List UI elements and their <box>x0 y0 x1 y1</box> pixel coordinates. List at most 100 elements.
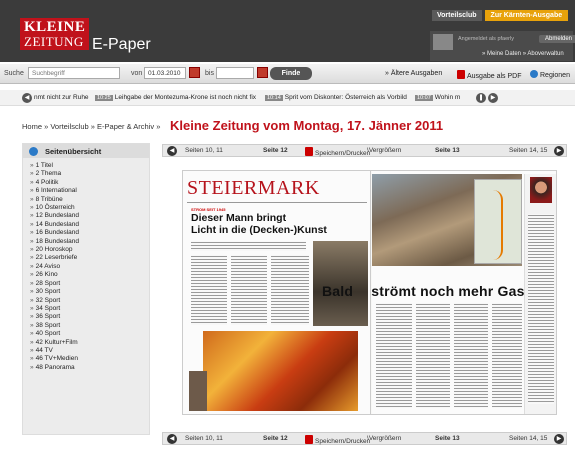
save-print-label: Speichern/Drucken <box>315 150 371 157</box>
columnist-portrait <box>530 177 552 203</box>
arrow-icon: » <box>30 162 34 169</box>
prev-pages-link[interactable]: Seiten 10, 11 <box>185 147 223 154</box>
arrow-icon: » <box>30 262 34 270</box>
page-nav-top: ◀ Seiten 10, 11 Seite 12 Speichern/Druck… <box>162 144 567 157</box>
prev-page-icon[interactable]: ◀ <box>167 434 177 444</box>
tab-vorteilsclub[interactable]: Vorteilsclub <box>432 10 482 21</box>
sidebar-item[interactable]: » 20 Horoskop <box>30 246 79 254</box>
ticker-item[interactable]: 10:07 Wohin m <box>415 94 460 101</box>
product-title: E-Paper <box>92 36 151 53</box>
user-links[interactable]: » Meine Daten » Aboverwaltun <box>482 51 564 57</box>
pdf-icon <box>305 435 313 444</box>
calendar-icon[interactable] <box>257 67 268 78</box>
sidebar-item-label: 1 Titel <box>35 162 53 169</box>
arrow-icon: » <box>30 304 34 312</box>
sidebar-item[interactable]: » 4 Politik <box>30 179 79 187</box>
find-button[interactable]: Finde <box>270 67 312 80</box>
pdf-icon <box>305 147 313 156</box>
search-label: Suche <box>4 70 24 77</box>
sidebar-item-label: 42 Kultur+Film <box>35 338 78 346</box>
kleine-zeitung-logo[interactable]: KLEINE ZEITUNG <box>20 18 90 50</box>
sidebar-item[interactable]: » 8 Tribüne <box>30 196 79 204</box>
article-text-column <box>376 303 412 408</box>
date-to-input[interactable] <box>216 67 254 79</box>
prev-pages-link[interactable]: Seiten 10, 11 <box>185 435 223 442</box>
regions-link[interactable]: Regionen <box>530 70 570 79</box>
sidebar-column <box>524 174 556 414</box>
sidebar-title: Seitenübersicht <box>45 147 102 156</box>
sidebar-item[interactable]: » 14 Bundesland <box>30 221 79 229</box>
pdf-icon <box>457 70 465 79</box>
sidebar-item[interactable]: » 16 Bundesland <box>30 229 79 237</box>
sidebar-item[interactable]: » 18 Bundesland <box>30 238 79 246</box>
right-page-label: Seite 13 <box>435 435 460 442</box>
sidebar-item[interactable]: » 26 Kino <box>30 271 79 279</box>
prev-page-icon[interactable]: ◀ <box>167 146 177 156</box>
sidebar-item[interactable]: » 2 Thema <box>30 170 79 178</box>
sidebar-item[interactable]: » 44 TV <box>30 347 79 355</box>
zoom-link[interactable]: \Vergrößern <box>367 147 401 154</box>
page-overview-sidebar: Seitenübersicht » 1 Titel» 2 Thema» 4 Polit… <box>22 143 150 435</box>
sidebar-item[interactable]: » 28 Sport <box>30 280 79 288</box>
save-print-link[interactable]: Speichern/Drucken <box>305 435 370 445</box>
gas-headline: Bald strömt noch mehr Gas <box>322 283 525 299</box>
date-from-input[interactable]: 01.03.2010 <box>144 67 186 79</box>
arrow-icon: » <box>30 254 34 262</box>
tab-kaernten-ausgabe[interactable]: Zur Kärnten-Ausgabe <box>484 10 569 21</box>
sidebar-item[interactable]: » 12 Bundesland <box>30 212 79 220</box>
next-page-icon[interactable]: ▶ <box>554 434 564 444</box>
sidebar-item[interactable]: » 1 Titel <box>30 162 79 170</box>
arrow-icon: » <box>30 296 34 304</box>
sidebar-item-label: 18 Bundesland <box>35 237 79 245</box>
sidebar-item-label: 28 Sport <box>35 279 61 287</box>
pdf-download-link[interactable]: Ausgabe als PDF <box>457 70 521 80</box>
search-bar: Suche Suchbegriff von 01.03.2010 bis Fin… <box>0 64 575 84</box>
sidebar-item[interactable]: » 48 Panorama <box>30 364 79 372</box>
next-pages-link[interactable]: Seiten 14, 15 <box>509 147 547 154</box>
pdf-label: Ausgabe als PDF <box>467 73 522 80</box>
sidebar-item[interactable]: » 32 Sport <box>30 297 79 305</box>
page-list: » 1 Titel» 2 Thema» 4 Politik» 6 Internation… <box>30 162 79 372</box>
gas-headline-part1: Bald <box>322 283 354 299</box>
zoom-link[interactable]: \Vergrößern <box>367 435 401 442</box>
ticker-prev-icon[interactable]: ◀ <box>22 93 32 103</box>
arrow-icon: » <box>30 237 34 245</box>
search-input[interactable]: Suchbegriff <box>28 67 120 79</box>
ticker-next-icon[interactable]: ▶ <box>488 93 498 103</box>
sidebar-item[interactable]: » 22 Leserbriefe <box>30 254 79 262</box>
sidebar-item[interactable]: » 24 Aviso <box>30 263 79 271</box>
ticker-item[interactable]: 10:25 Leihgabe der Montezuma-Krone ist no… <box>95 94 256 101</box>
next-page-icon[interactable]: ▶ <box>554 146 564 156</box>
overview-icon <box>29 147 38 156</box>
sidebar-item[interactable]: » 30 Sport <box>30 288 79 296</box>
calendar-icon[interactable] <box>189 67 200 78</box>
column-text <box>528 214 554 404</box>
sidebar-item[interactable]: » 40 Sport <box>30 330 79 338</box>
breadcrumb[interactable]: Home » Vorteilsclub » E-Paper & Archiv » <box>22 122 160 131</box>
ticker-item[interactable]: nmt nicht zur Ruhe <box>34 94 89 101</box>
logout-button[interactable]: Abmelden <box>539 35 575 43</box>
sidebar-item[interactable]: » 34 Sport <box>30 305 79 313</box>
ticker-text: Sprit vom Diskonter: Österreich als Vorb… <box>284 94 407 101</box>
sidebar-item-label: 38 Sport <box>35 321 61 329</box>
header-tabs: Vorteilsclub Zur Kärnten-Ausgabe <box>432 10 569 21</box>
newspaper-page-right[interactable]: Bald strömt noch mehr Gas <box>322 171 556 414</box>
older-issues-link[interactable]: » Ältere Ausgaben <box>385 70 442 77</box>
ticker-item[interactable]: 10:14 Sprit vom Diskonter: Österreich als… <box>265 94 407 101</box>
sidebar-item[interactable]: » 38 Sport <box>30 322 79 330</box>
ticker-time: 10:14 <box>265 95 283 101</box>
sidebar-item[interactable]: » 10 Österreich <box>30 204 79 212</box>
save-print-link[interactable]: Speichern/Drucken <box>305 147 370 157</box>
ticker-pause-icon[interactable]: ❚ <box>476 93 486 103</box>
article-lead <box>191 241 306 251</box>
next-pages-link[interactable]: Seiten 14, 15 <box>509 435 547 442</box>
user-box: Angemeldet als pfaerly Abmelden » Meine … <box>430 31 575 61</box>
sidebar-item[interactable]: » 36 Sport <box>30 313 79 321</box>
sidebar-item[interactable]: » 6 International <box>30 187 79 195</box>
sidebar-item[interactable]: » 46 TV+Medien <box>30 355 79 363</box>
sidebar-item[interactable]: » 42 Kultur+Film <box>30 339 79 347</box>
sidebar-item-label: 48 Panorama <box>35 363 75 371</box>
pipeline-map <box>474 179 522 264</box>
portrait-photo <box>189 371 207 411</box>
newspaper-spread[interactable]: STEIERMARK STROM SEIT 1945 Dieser Mann b… <box>182 170 557 415</box>
